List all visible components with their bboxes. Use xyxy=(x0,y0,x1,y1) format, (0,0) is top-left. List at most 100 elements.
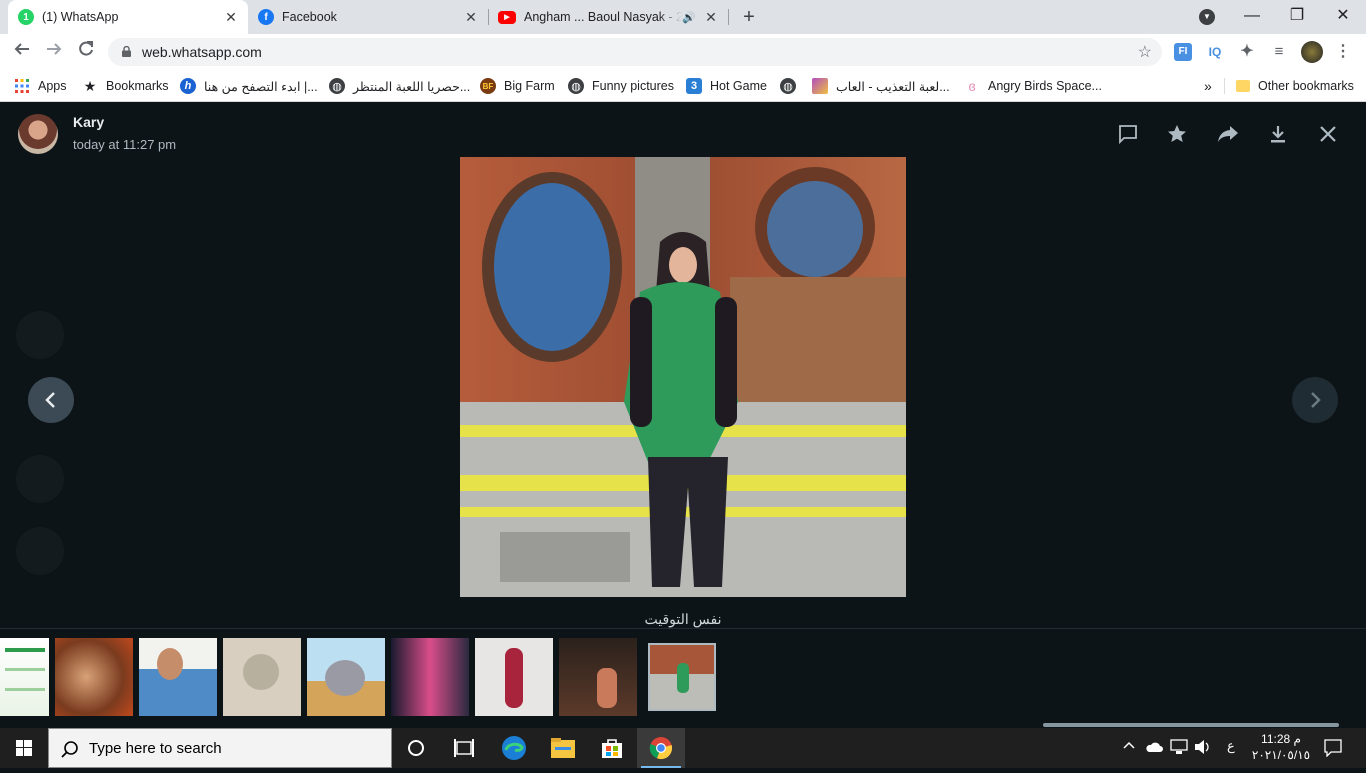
fi-extension-icon[interactable]: FI xyxy=(1174,43,1192,61)
chrome-icon[interactable] xyxy=(637,728,685,768)
puzzle-extensions-icon[interactable]: ✦ xyxy=(1238,43,1256,61)
media-thumbnail[interactable] xyxy=(223,638,301,716)
bookmark-big-farm[interactable]: BF Big Farm xyxy=(480,76,555,96)
tray-chevron-up-icon[interactable] xyxy=(1122,739,1136,754)
close-tab-icon[interactable]: ✕ xyxy=(462,9,480,26)
photo-illustration xyxy=(460,157,906,597)
clock-time: م 11:28 xyxy=(1261,732,1301,746)
bookmark-globe[interactable]: ◍ xyxy=(780,76,804,96)
tab-youtube[interactable]: ▶ Angham ... Baoul Nasyak - 2 🔊 ✕ xyxy=(488,0,728,34)
bookmark-label: حصريا اللعبة المنتظر... xyxy=(353,79,471,94)
bookmark-label: ابدء التصفح من هنا |... xyxy=(204,79,318,94)
bookmark-angry-birds[interactable]: ɞ Angry Birds Space... xyxy=(964,76,1102,96)
sender-avatar[interactable] xyxy=(18,114,58,154)
reply-icon[interactable] xyxy=(1117,123,1141,147)
tab-separator xyxy=(728,9,729,25)
media-thumbnail[interactable] xyxy=(139,638,217,716)
bookmark-label: Apps xyxy=(38,79,67,93)
bookmark-star-icon[interactable]: ☆ xyxy=(1138,42,1152,62)
tab-title: (1) WhatsApp xyxy=(42,10,119,24)
media-thumbnail[interactable] xyxy=(307,638,385,716)
bookmark-start-browsing[interactable]: h ابدء التصفح من هنا |... xyxy=(180,76,318,96)
tab-facebook[interactable]: f Facebook ✕ xyxy=(248,0,488,34)
bookmark-other[interactable]: Other bookmarks xyxy=(1236,76,1354,96)
media-thumbnail[interactable] xyxy=(475,638,553,716)
thumbnail-scrollbar[interactable] xyxy=(1043,723,1339,727)
bookmark-label: Funny pictures xyxy=(592,79,674,93)
address-bar[interactable]: web.whatsapp.com ☆ xyxy=(108,38,1162,66)
bookmark-exclusive-game[interactable]: ◍ حصريا اللعبة المنتظر... xyxy=(329,76,470,96)
new-tab-button[interactable]: + xyxy=(738,6,760,28)
close-tab-icon[interactable]: ✕ xyxy=(702,9,720,26)
task-view-icon[interactable] xyxy=(440,728,488,768)
bookmarks-bar: Apps ★ Bookmarks h ابدء التصفح من هنا |.… xyxy=(0,70,1366,102)
folder-icon xyxy=(1236,80,1250,92)
bookmark-torture-game[interactable]: لعبة التعذيب - العاب... xyxy=(812,76,950,96)
close-window-button[interactable]: ✕ xyxy=(1320,0,1366,34)
bookmark-label: لعبة التعذيب - العاب... xyxy=(836,79,950,94)
iq-extension-icon[interactable]: IQ xyxy=(1206,43,1224,61)
youtube-icon: ▶ xyxy=(498,10,516,24)
bookmark-hot-game[interactable]: 3 Hot Game xyxy=(686,76,767,96)
media-thumbnail[interactable] xyxy=(0,638,49,716)
bookmark-label: Hot Game xyxy=(710,79,767,93)
cortana-icon[interactable] xyxy=(392,728,440,768)
taskbar-search-box[interactable]: Type here to search xyxy=(48,728,392,768)
close-tab-icon[interactable]: ✕ xyxy=(222,9,240,26)
speaker-icon[interactable]: 🔊 xyxy=(682,11,696,24)
media-viewer: Kary today at 11:27 pm نفس التوقيت xyxy=(0,103,1366,728)
search-icon xyxy=(61,741,78,758)
media-thumbnail-selected[interactable] xyxy=(648,643,716,711)
bunny-icon: ɞ xyxy=(968,78,976,94)
download-icon[interactable] xyxy=(1267,123,1291,147)
bigfarm-icon: BF xyxy=(480,78,496,94)
kebab-menu-icon[interactable]: ⋮ xyxy=(1334,43,1352,61)
bookmark-label: Big Farm xyxy=(504,79,555,93)
tab-search-icon[interactable]: ▼ xyxy=(1199,9,1215,25)
tab-whatsapp[interactable]: 1 (1) WhatsApp ✕ xyxy=(8,0,248,34)
close-icon[interactable] xyxy=(1317,123,1341,147)
facebook-icon: f xyxy=(258,9,274,25)
globe-icon: ◍ xyxy=(329,78,345,94)
start-button[interactable] xyxy=(0,728,48,768)
onedrive-cloud-icon[interactable] xyxy=(1145,741,1163,756)
hotgame-icon: 3 xyxy=(686,78,702,94)
sender-name[interactable]: Kary xyxy=(73,114,104,130)
ghost-avatar xyxy=(16,311,64,359)
notifications-icon[interactable] xyxy=(1324,739,1342,760)
volume-icon[interactable] xyxy=(1194,739,1212,758)
profile-avatar[interactable] xyxy=(1301,41,1323,63)
bookmark-label: Other bookmarks xyxy=(1258,79,1354,93)
bookmark-bookmarks[interactable]: ★ Bookmarks xyxy=(82,76,169,96)
bookmark-apps[interactable]: Apps xyxy=(14,76,67,96)
media-thumbnail[interactable] xyxy=(559,638,637,716)
forward-icon[interactable] xyxy=(1216,123,1240,147)
network-icon[interactable] xyxy=(1170,739,1188,758)
back-button[interactable] xyxy=(10,40,34,64)
file-explorer-icon[interactable] xyxy=(539,728,587,768)
search-placeholder: Type here to search xyxy=(89,740,222,757)
minimize-button[interactable]: — xyxy=(1229,0,1275,34)
star-icon[interactable] xyxy=(1166,123,1190,147)
reload-button[interactable] xyxy=(74,40,98,64)
taskbar-clock[interactable]: م 11:28 ٢٠٢١/٠٥/١٥ xyxy=(1250,731,1312,763)
browser-toolbar: web.whatsapp.com ☆ FI IQ ✦ ≡ ⋮ xyxy=(0,34,1366,70)
ghost-avatar xyxy=(16,527,64,575)
edge-icon[interactable] xyxy=(490,728,538,768)
input-language[interactable]: ع xyxy=(1227,738,1235,754)
image-caption: نفس التوقيت xyxy=(644,611,722,627)
restore-button[interactable]: ❐ xyxy=(1274,0,1320,34)
tab-strip: 1 (1) WhatsApp ✕ f Facebook ✕ ▶ Angham .… xyxy=(0,0,1366,34)
media-thumbnail[interactable] xyxy=(391,638,469,716)
bookmarks-overflow[interactable]: » xyxy=(1204,76,1212,96)
store-icon[interactable] xyxy=(588,728,636,768)
bookmark-funny-pictures[interactable]: ◍ Funny pictures xyxy=(568,76,674,96)
next-media-button[interactable] xyxy=(1292,377,1338,423)
tab-title: Facebook xyxy=(282,10,337,24)
media-thumbnail[interactable] xyxy=(55,638,133,716)
previous-media-button[interactable] xyxy=(28,377,74,423)
sent-time: today at 11:27 pm xyxy=(73,137,177,152)
chevron-left-icon xyxy=(45,392,55,408)
media-control-icon[interactable]: ≡ xyxy=(1270,43,1288,61)
forward-button[interactable] xyxy=(42,40,66,64)
